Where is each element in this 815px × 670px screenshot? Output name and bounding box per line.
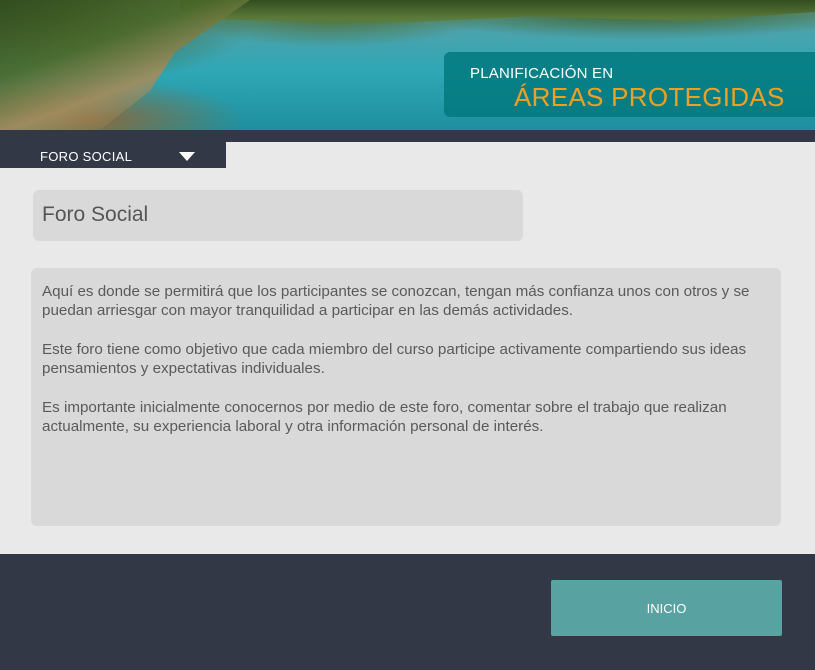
section-dropdown-label: FORO SOCIAL — [40, 149, 133, 164]
page-heading-box: Foro Social — [33, 190, 523, 241]
content-panel: Aquí es donde se permitirá que los parti… — [31, 268, 781, 526]
triangle-down-icon — [179, 152, 195, 161]
page-title: Foro Social — [42, 203, 149, 226]
footer-bar: INICIO — [0, 554, 815, 670]
course-title-line2: ÁREAS PROTEGIDAS — [514, 82, 785, 112]
header-divider — [0, 130, 815, 142]
content-paragraph-2: Este foro tiene como objetivo que cada m… — [42, 341, 747, 377]
section-dropdown[interactable]: FORO SOCIAL — [0, 142, 226, 168]
course-title-line1: PLANIFICACIÓN EN — [470, 65, 614, 82]
header-banner: PLANIFICACIÓN EN ÁREAS PROTEGIDAS — [0, 0, 815, 130]
content-paragraph-1: Aquí es donde se permitirá que los parti… — [42, 283, 750, 319]
content-paragraph-3: Es importante inicialmente conocernos po… — [42, 399, 727, 435]
banner-far-shore — [180, 0, 815, 24]
banner-shore — [0, 0, 250, 130]
home-button[interactable]: INICIO — [551, 580, 782, 636]
course-title-box: PLANIFICACIÓN EN ÁREAS PROTEGIDAS — [444, 52, 815, 117]
